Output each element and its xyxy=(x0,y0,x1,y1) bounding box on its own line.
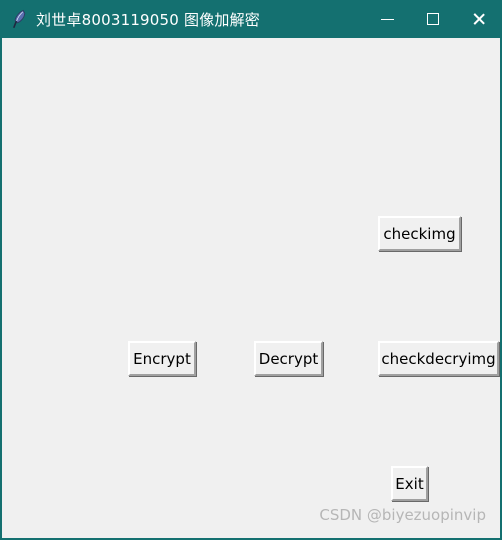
encrypt-button[interactable]: Encrypt xyxy=(128,341,196,376)
checkdecryimg-button[interactable]: checkdecryimg xyxy=(378,341,499,376)
minimize-icon xyxy=(380,18,394,20)
close-button[interactable] xyxy=(456,0,500,38)
minimize-button[interactable] xyxy=(364,0,410,38)
window-title: 刘世卓8003119050 图像加解密 xyxy=(36,10,261,29)
csdn-watermark: CSDN @biyezuopinvip xyxy=(319,506,486,524)
maximize-icon xyxy=(427,13,439,25)
decrypt-button[interactable]: Decrypt xyxy=(254,341,323,376)
exit-button[interactable]: Exit xyxy=(391,466,428,501)
feather-quill-icon xyxy=(13,9,26,28)
application-window: 刘世卓8003119050 图像加解密 checkimg Encrypt Dec… xyxy=(0,0,502,540)
checkimg-button[interactable]: checkimg xyxy=(378,216,461,251)
title-bar[interactable]: 刘世卓8003119050 图像加解密 xyxy=(2,0,500,38)
close-icon xyxy=(472,12,486,26)
window-controls xyxy=(364,0,500,38)
maximize-button[interactable] xyxy=(410,0,456,38)
client-area: checkimg Encrypt Decrypt checkdecryimg E… xyxy=(2,38,500,538)
